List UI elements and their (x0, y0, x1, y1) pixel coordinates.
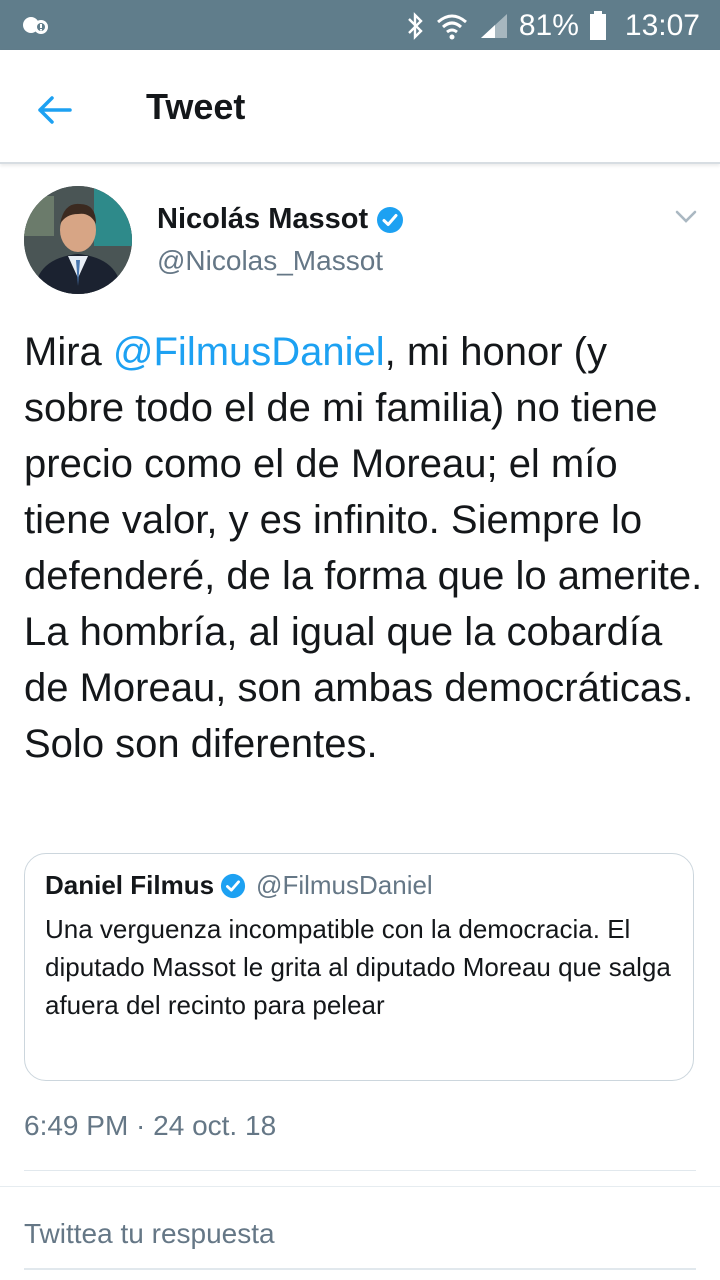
avatar[interactable] (24, 186, 132, 294)
mention-link[interactable]: @FilmusDaniel (113, 330, 385, 374)
bluetooth-icon (408, 12, 423, 40)
author-name: Nicolás Massot (157, 203, 369, 235)
quoted-tweet[interactable]: Daniel Filmus @FilmusDaniel Una verguenz… (24, 853, 694, 1081)
chevron-down-icon[interactable] (674, 206, 698, 226)
quoted-tweet-header: Daniel Filmus @FilmusDaniel (45, 870, 433, 901)
avatar-image (24, 186, 132, 294)
clock: 13:07 (624, 9, 700, 42)
status-bar: 81% 13:07 (0, 0, 720, 50)
quoted-tweet-text: Una verguenza incompatible con la democr… (45, 914, 671, 1020)
reply-underline (24, 1268, 696, 1270)
page-title: Tweet (146, 86, 246, 127)
app-bar: Tweet (0, 50, 720, 164)
battery-icon (589, 11, 606, 40)
tweet-timestamp: 6:49 PM · 24 oct. 18 (24, 1110, 277, 1141)
divider (0, 1186, 720, 1187)
tweet-text-prefix: Mira (24, 330, 113, 374)
arrow-left-icon[interactable] (34, 90, 74, 130)
battery-percentage: 81% (518, 9, 579, 42)
quoted-author-name: Daniel Filmus (45, 870, 215, 900)
quoted-author-handle: @FilmusDaniel (256, 870, 433, 900)
author-name-row[interactable]: Nicolás Massot (157, 203, 404, 236)
author-handle[interactable]: @Nicolas_Massot (157, 245, 383, 277)
reply-input[interactable]: Twittea tu respuesta (24, 1218, 275, 1250)
signal-icon (480, 14, 507, 38)
verified-badge-icon (377, 206, 404, 233)
tweet-text-body: , mi honor (y sobre todo el de mi famili… (24, 330, 703, 766)
divider (24, 1170, 696, 1171)
notification-icon (23, 17, 48, 34)
verified-badge-icon (220, 873, 246, 898)
tweet-text: Mira @FilmusDaniel, mi honor (y sobre to… (24, 324, 704, 772)
wifi-icon (436, 14, 467, 40)
